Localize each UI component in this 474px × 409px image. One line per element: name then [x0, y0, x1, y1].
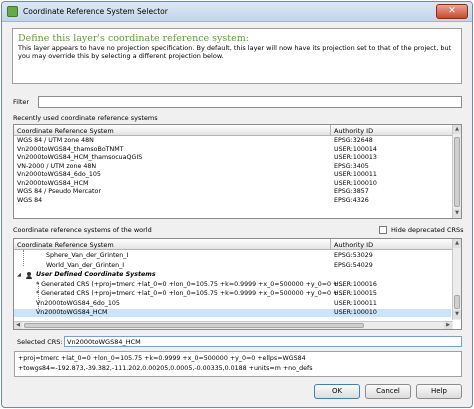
table-row[interactable]: Vn2000toWGS84_HCM_thamsocuaQGIS USER:1000…: [14, 154, 451, 162]
authority-id-cell: USER:100015: [334, 290, 377, 297]
proj-definition-box: +proj=tmerc +lat_0=0 +lon_0=105.75 +k=0.…: [14, 351, 462, 377]
authority-id-cell: USER:100016: [334, 280, 377, 288]
authority-id-cell: USER:100010: [334, 309, 377, 316]
authority-id-cell: EPSG:3857: [334, 188, 369, 195]
scroll-up-arrow-icon[interactable]: ▲: [453, 239, 461, 248]
table-row[interactable]: WGS 84 / UTM zone 48N EPSG:32648: [14, 137, 451, 145]
crs-name-cell: Vn2000toWGS84_thamsoBoTNMT: [17, 145, 124, 153]
crs-name-cell: * Generated CRS (+proj=tmerc +lat_0=0 +l…: [36, 280, 345, 288]
scroll-left-arrow-icon[interactable]: ◀: [14, 322, 22, 329]
scroll-thumb[interactable]: [454, 295, 460, 309]
authority-id-cell: USER:100010: [334, 179, 377, 187]
crs-selector-dialog: Coordinate Reference System Selector ✕ D…: [1, 1, 473, 408]
crs-name-cell: World_Van_der_Grinten_I: [46, 261, 125, 269]
scroll-down-arrow-icon[interactable]: ▼: [453, 310, 461, 319]
scroll-up-arrow-icon[interactable]: ▲: [453, 125, 461, 134]
proj-definition-line: +proj=tmerc +lat_0=0 +lon_0=105.75 +k=0.…: [18, 355, 306, 362]
crs-name-cell: Vn2000toWGS84_6do_105: [36, 299, 120, 307]
crs-name-cell: VN-2000 / UTM zone 48N: [17, 162, 97, 170]
window-title: Coordinate Reference System Selector: [23, 7, 168, 16]
authority-id-cell: USER:100011: [334, 171, 377, 178]
table-row[interactable]: Vn2000toWGS84_6do_105 USER:100011: [14, 171, 451, 179]
authority-id-cell: EPSG:54029: [334, 261, 373, 269]
ok-button[interactable]: OK: [314, 384, 360, 399]
world-crs-label: Coordinate reference systems of the worl…: [13, 226, 152, 234]
selected-crs-value: Vn2000toWGS84_HCM: [67, 338, 141, 346]
authority-id-cell: EPSG:3405: [334, 162, 369, 170]
cancel-button[interactable]: Cancel: [365, 384, 411, 399]
column-header-crs[interactable]: Coordinate Reference System: [17, 127, 114, 135]
user-icon: [26, 272, 32, 279]
tree-row[interactable]: Sphere_Van_der_Grinten_I EPSG:53029: [14, 252, 451, 260]
world-tree-vscrollbar[interactable]: ▲ ▼: [452, 239, 461, 320]
proj-definition-line: +towgs84=-192.873,-39.382,-111.202,0.002…: [18, 365, 313, 372]
table-row[interactable]: WGS 84 EPSG:4326: [14, 197, 451, 205]
column-header-crs[interactable]: Coordinate Reference System: [17, 241, 114, 249]
crs-name-cell: WGS 84 / Pseudo Mercator: [17, 188, 101, 195]
scroll-right-arrow-icon[interactable]: ▶: [444, 322, 452, 329]
tree-group-node[interactable]: ◢ User Defined Coordinate Systems: [14, 271, 451, 279]
message-heading: Define this layer's coordinate reference…: [18, 33, 249, 44]
authority-id-cell: EPSG:4326: [334, 196, 369, 204]
crs-name-cell: User Defined Coordinate Systems: [36, 271, 156, 278]
tree-row[interactable]: Vn2000toWGS84_HCM USER:100010: [14, 309, 451, 317]
world-table-header: Coordinate Reference System Authority ID: [14, 239, 461, 250]
tree-row[interactable]: World_Van_der_Grinten_I EPSG:54029: [14, 262, 451, 270]
crs-name-cell: Vn2000toWGS84_6do_105: [17, 171, 101, 178]
authority-id-cell: USER:100011: [334, 299, 377, 307]
recent-crs-label: Recently used coordinate reference syste…: [13, 114, 158, 122]
recent-table-header: Coordinate Reference System Authority ID: [14, 125, 461, 136]
recent-table-vscrollbar[interactable]: ▲ ▼: [452, 125, 461, 218]
scroll-thumb[interactable]: [24, 323, 364, 328]
authority-id-cell: EPSG:32648: [334, 137, 373, 144]
crs-name-cell: Vn2000toWGS84_HCM_thamsocuaQGIS: [17, 154, 143, 161]
crs-name-cell: Sphere_Van_der_Grinten_I: [46, 252, 129, 259]
help-button[interactable]: Help: [416, 384, 462, 399]
crs-name-cell: Vn2000toWGS84_HCM: [17, 179, 89, 187]
close-button[interactable]: ✕: [436, 4, 468, 19]
crs-name-cell: Vn2000toWGS84_HCM: [36, 309, 108, 316]
scroll-down-arrow-icon[interactable]: ▼: [453, 209, 461, 218]
selected-crs-label: Selected CRS:: [17, 338, 63, 346]
authority-id-cell: EPSG:53029: [334, 252, 373, 259]
expand-arrow-icon[interactable]: ◢: [17, 271, 21, 279]
table-row[interactable]: WGS 84 / Pseudo Mercator EPSG:3857: [14, 188, 451, 196]
crs-name-cell: * Generated CRS (+proj=tmerc +lat_0=0 +l…: [36, 290, 345, 297]
recent-crs-table[interactable]: Coordinate Reference System Authority ID…: [13, 124, 462, 219]
selected-crs-field[interactable]: Vn2000toWGS84_HCM: [64, 336, 462, 347]
world-crs-tree[interactable]: Coordinate Reference System Authority ID…: [13, 238, 462, 330]
authority-id-cell: USER:100014: [334, 145, 377, 153]
filter-input[interactable]: [38, 96, 462, 108]
authority-id-cell: USER:100013: [334, 154, 377, 161]
world-tree-hscrollbar[interactable]: ◀ ▶: [14, 321, 453, 329]
tree-row[interactable]: Vn2000toWGS84_6do_105 USER:100011: [14, 300, 451, 308]
title-bar[interactable]: Coordinate Reference System Selector ✕: [2, 2, 472, 22]
table-row[interactable]: Vn2000toWGS84_HCM USER:100010: [14, 180, 451, 188]
tree-row[interactable]: * Generated CRS (+proj=tmerc +lat_0=0 +l…: [14, 290, 451, 298]
table-row[interactable]: Vn2000toWGS84_thamsoBoTNMT USER:100014: [14, 146, 451, 154]
tree-row[interactable]: * Generated CRS (+proj=tmerc +lat_0=0 +l…: [14, 281, 451, 289]
table-row[interactable]: VN-2000 / UTM zone 48N EPSG:3405: [14, 163, 451, 171]
hide-deprecated-label: Hide deprecated CRSs: [391, 226, 464, 234]
crs-name-cell: WGS 84: [17, 196, 43, 204]
message-panel: Define this layer's coordinate reference…: [12, 28, 462, 84]
hide-deprecated-checkbox[interactable]: [379, 226, 387, 234]
qgis-app-icon: [7, 6, 18, 17]
column-header-authority-id[interactable]: Authority ID: [334, 127, 373, 135]
filter-label: Filter: [13, 98, 30, 106]
column-header-authority-id[interactable]: Authority ID: [334, 241, 373, 249]
scroll-thumb[interactable]: [454, 137, 460, 207]
message-body: This layer appears to have no projection…: [18, 44, 452, 60]
crs-name-cell: WGS 84 / UTM zone 48N: [17, 137, 94, 144]
